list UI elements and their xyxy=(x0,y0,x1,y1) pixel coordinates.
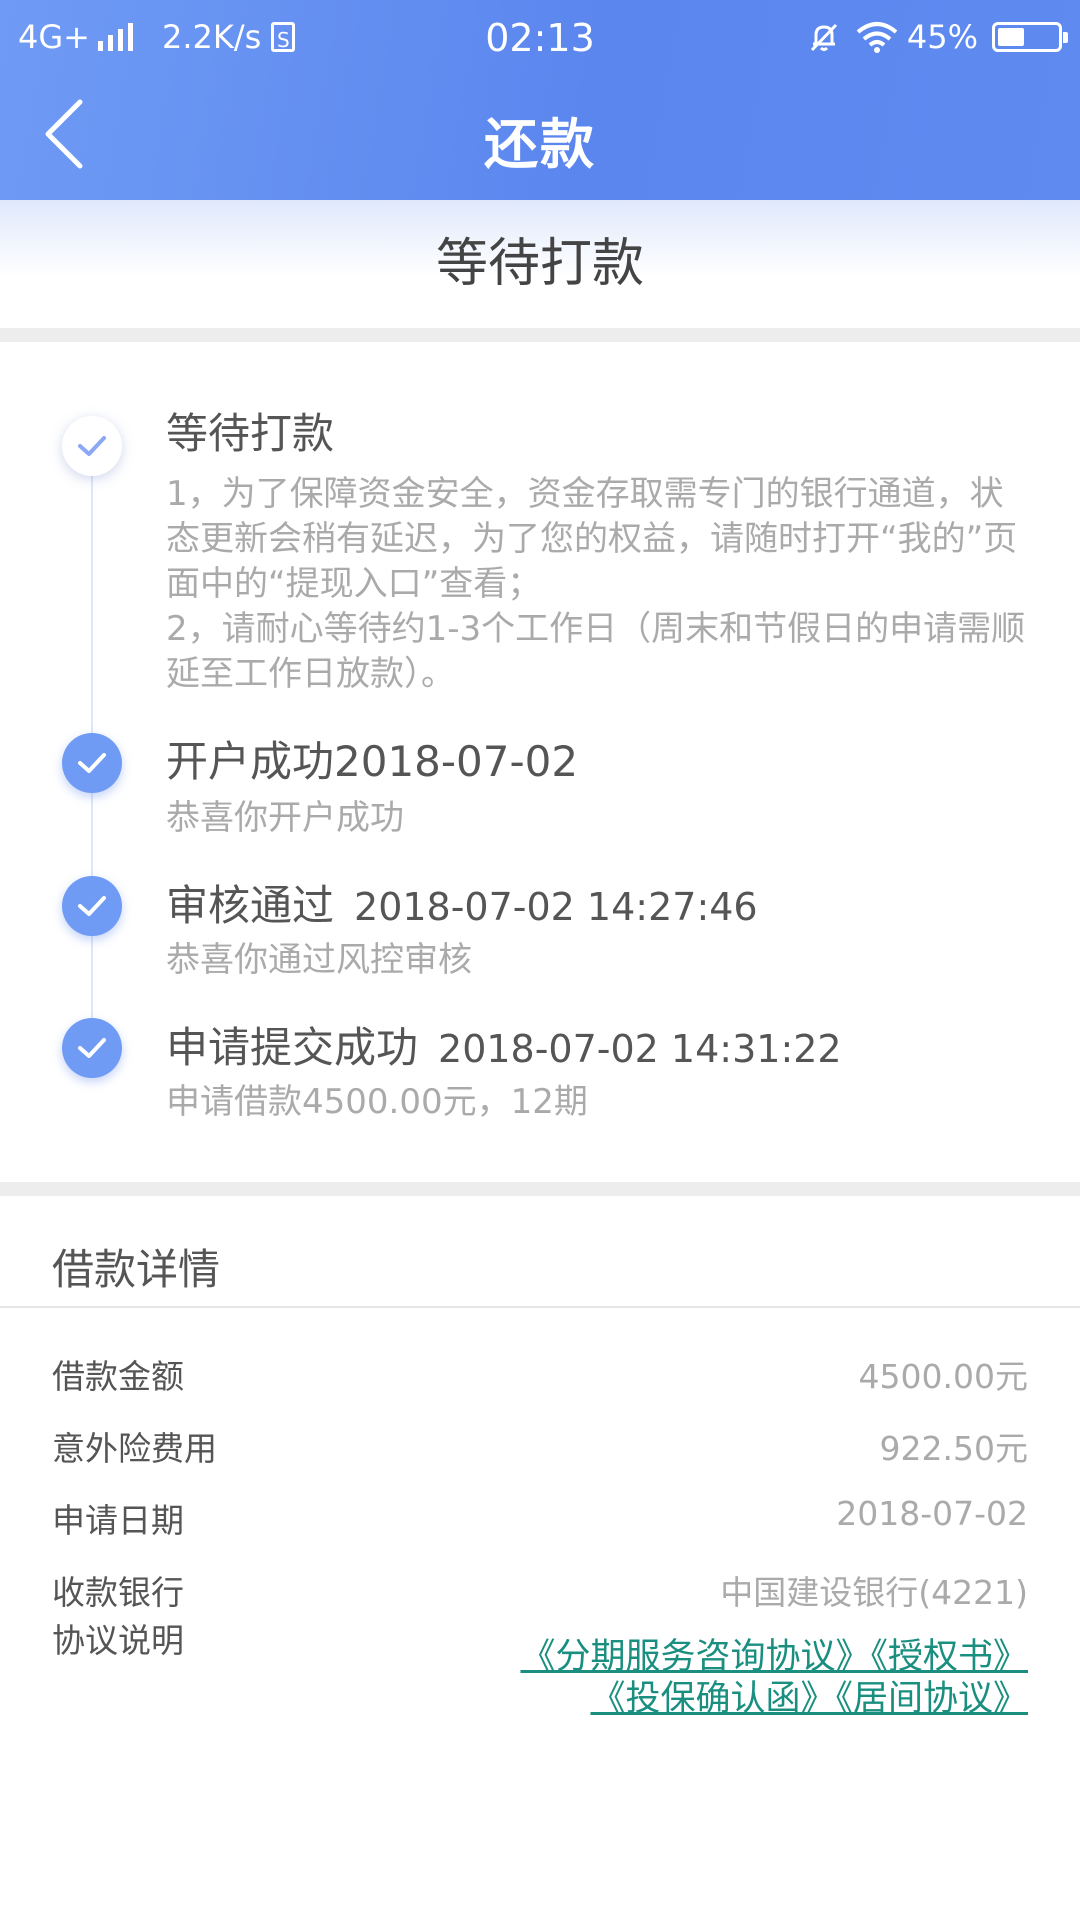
app-header: 4G+ 2.2K/s S 02:13 45% 还款 xyxy=(0,0,1080,200)
check-icon xyxy=(62,876,122,936)
step-description: 恭喜你通过风控审核 xyxy=(166,940,472,980)
battery-percent: 45% xyxy=(906,18,978,56)
step-title-text: 审核通过 xyxy=(166,881,335,930)
step-time: 2018-07-02 14:31:22 xyxy=(438,1027,842,1071)
step-time: 2018-07-02 14:27:46 xyxy=(354,885,758,929)
step-title: 申请提交成功 2018-07-02 14:31:22 xyxy=(166,1014,842,1075)
detail-label: 收款银行 xyxy=(52,1573,184,1612)
detail-value: 2018-07-02 xyxy=(836,1494,1028,1533)
check-icon xyxy=(62,1018,122,1078)
step-title-text: 申请提交成功 xyxy=(166,1023,419,1072)
agreement-link-intermediary[interactable]: 《居间协议》 xyxy=(835,1679,1028,1719)
check-icon xyxy=(62,733,122,793)
agreement-label: 协议说明 xyxy=(52,1621,184,1660)
section-divider xyxy=(0,1182,1080,1196)
step-description-line: 2，请耐心等待约1-3个工作日（周末和节假日的申请需顺延至工作日放款）。 xyxy=(166,609,1026,694)
wifi-icon xyxy=(856,22,898,53)
divider xyxy=(0,1306,1080,1308)
step-description: 恭喜你开户成功 xyxy=(166,798,404,838)
battery-fill xyxy=(998,28,1024,46)
status-bar: 4G+ 2.2K/s S 02:13 45% xyxy=(0,0,1080,72)
detail-value: 中国建设银行(4221) xyxy=(720,1573,1028,1612)
section-title: 借款详情 xyxy=(52,1245,221,1294)
agreement-link-insurance[interactable]: 《投保确认函》 xyxy=(590,1679,835,1719)
step-title: 开户成功2018-07-02 xyxy=(166,728,578,789)
agreement-link-authorization[interactable]: 《授权书》 xyxy=(870,1637,1028,1677)
agreement-link-service[interactable]: 《分期服务咨询协议》 xyxy=(520,1637,870,1677)
step-title-text: 开户成功2018-07-02 xyxy=(166,737,579,786)
step-title: 等待打款 xyxy=(166,409,335,458)
step-description: 申请借款4500.00元，12期 xyxy=(166,1082,588,1122)
detail-label: 借款金额 xyxy=(52,1357,184,1396)
agreement-links: 《分期服务咨询协议》《授权书》《投保确认函》《居间协议》 xyxy=(308,1636,1028,1720)
page-title: 还款 xyxy=(484,113,596,176)
pending-check-icon xyxy=(62,416,122,476)
step-description-line: 1，为了保障资金安全，资金存取需专门的银行通道，状态更新会稍有延迟，为了您的权益… xyxy=(166,474,1018,604)
detail-value: 4500.00元 xyxy=(858,1357,1028,1396)
step-description: 1，为了保障资金安全，资金存取需专门的银行通道，状态更新会稍有延迟，为了您的权益… xyxy=(166,472,1036,697)
mute-bell-icon xyxy=(810,23,837,52)
step-title: 审核通过 2018-07-02 14:27:46 xyxy=(166,872,758,933)
progress-timeline: 等待打款 1，为了保障资金安全，资金存取需专门的银行通道，状态更新会稍有延迟，为… xyxy=(0,342,1080,1180)
detail-label: 申请日期 xyxy=(52,1501,184,1540)
section-divider xyxy=(0,328,1080,342)
nav-bar: 还款 xyxy=(0,72,1080,200)
battery-icon xyxy=(992,22,1068,52)
status-banner: 等待打款 xyxy=(0,200,1080,328)
detail-value: 922.50元 xyxy=(879,1429,1028,1468)
detail-label: 意外险费用 xyxy=(52,1429,217,1468)
